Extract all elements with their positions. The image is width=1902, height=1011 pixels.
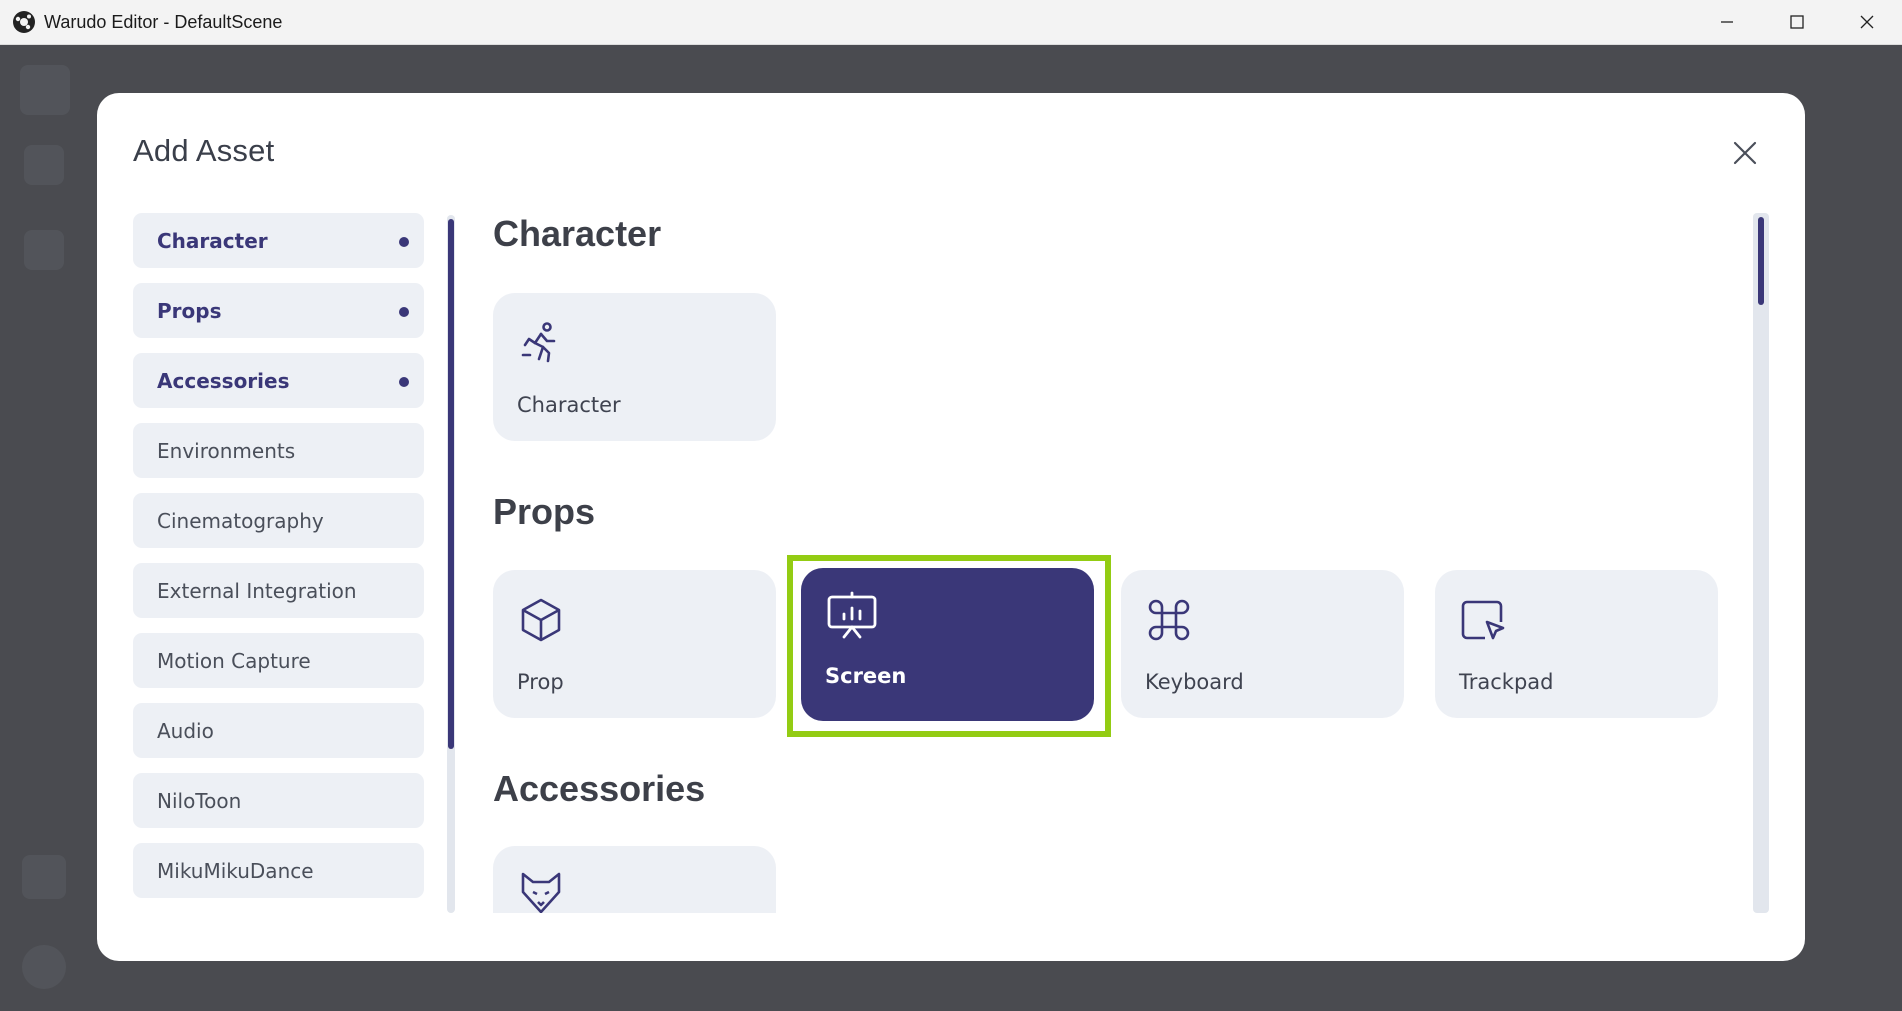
maximize-button[interactable] [1762,0,1832,44]
category-scrollbar-thumb[interactable] [448,219,454,749]
asset-card-screen[interactable]: Screen [801,568,1094,721]
asset-card-trackpad[interactable]: Trackpad [1435,570,1718,718]
content-scrollbar-thumb[interactable] [1758,217,1764,305]
close-icon [1733,141,1757,165]
asset-card-label: Prop [517,670,564,694]
trackpad-cursor-icon [1461,600,1505,640]
asset-card-label: Character [517,393,621,417]
warudo-logo-icon [13,11,35,33]
category-item-nilotoon[interactable]: NiloToon [133,773,424,828]
window-close-button[interactable] [1832,0,1902,44]
asset-card-keyboard[interactable]: Keyboard [1121,570,1404,718]
category-label: Character [157,228,268,253]
editor-ghost-panel [22,855,66,899]
window-title-bar: Warudo Editor - DefaultScene [0,0,1902,45]
cube-icon [521,598,561,642]
dialog-title: Add Asset [133,133,275,168]
close-icon [1860,15,1874,29]
category-item-character[interactable]: Character [133,213,424,268]
asset-card-label: Screen [825,664,907,688]
asset-card-label: Keyboard [1145,670,1244,694]
editor-ghost-panel [20,65,70,115]
asset-card-character[interactable]: Character [493,293,776,441]
editor-ghost-panel [22,945,66,989]
minimize-button[interactable] [1692,0,1762,44]
fox-head-icon [521,872,561,913]
section-title-character: Character [493,213,662,254]
category-item-mikumikudance[interactable]: MikuMikuDance [133,843,424,898]
category-item-motion-capture[interactable]: Motion Capture [133,633,424,688]
add-asset-dialog: Add Asset Character Props Accessories En… [97,93,1805,961]
editor-ghost-panel [24,230,64,270]
section-title-props: Props [493,491,596,532]
editor-ghost-panel [24,145,64,185]
category-item-props[interactable]: Props [133,283,424,338]
command-key-icon [1148,599,1190,641]
minimize-icon [1721,21,1733,23]
asset-content: Character Character Props Prop Screen Ke… [493,213,1839,913]
category-label: Accessories [157,368,290,393]
dialog-close-button[interactable] [1727,135,1763,171]
category-label: NiloToon [157,788,242,813]
active-dot [399,307,409,317]
category-label: MikuMikuDance [157,858,314,883]
category-item-cinematography[interactable]: Cinematography [133,493,424,548]
window-title: Warudo Editor - DefaultScene [44,11,283,32]
category-label: Motion Capture [157,648,311,673]
active-dot [399,237,409,247]
category-label: Environments [157,438,296,463]
category-item-audio[interactable]: Audio [133,703,424,758]
category-item-environments[interactable]: Environments [133,423,424,478]
asset-card-prop[interactable]: Prop [493,570,776,718]
category-list: Character Props Accessories Environments… [133,213,424,913]
asset-card-label: Trackpad [1459,670,1554,694]
category-label: Props [157,298,222,323]
running-person-icon [521,322,556,363]
category-label: External Integration [157,578,357,603]
category-label: Audio [157,718,214,743]
active-dot [399,377,409,387]
asset-card-accessory[interactable] [493,846,776,913]
presentation-screen-icon [827,591,877,639]
content-scrollbar-track[interactable] [1753,213,1769,913]
category-item-external-integration[interactable]: External Integration [133,563,424,618]
category-item-accessories[interactable]: Accessories [133,353,424,408]
section-title-accessories: Accessories [493,768,706,809]
category-label: Cinematography [157,508,324,533]
maximize-icon [1790,15,1804,29]
